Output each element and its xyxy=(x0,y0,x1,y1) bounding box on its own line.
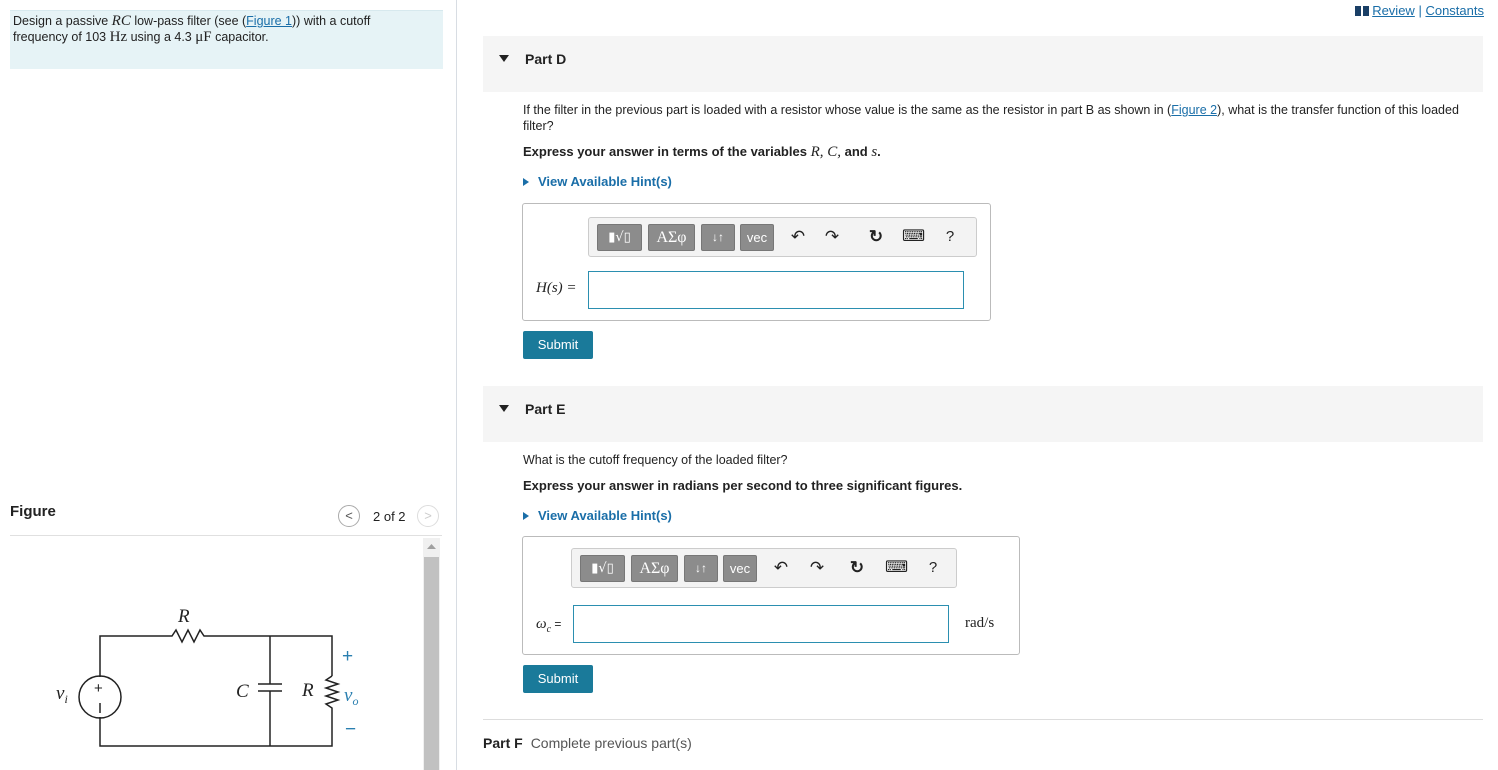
redo-icon[interactable]: ↷ xyxy=(807,558,827,578)
instruction-text: Express your answer in terms of the vari… xyxy=(523,144,811,159)
instruction-text: . xyxy=(877,144,881,159)
cutoff-frequency-input[interactable] xyxy=(573,605,949,643)
vector-button[interactable]: vec xyxy=(723,555,757,582)
figure-title: Figure xyxy=(10,503,56,520)
part-e-header[interactable]: Part E xyxy=(483,386,1483,442)
keyboard-icon[interactable]: ⌨ xyxy=(902,227,925,247)
hint-label: View Available Hint(s) xyxy=(538,174,672,189)
part-d-answer-box: ▮√▯ ΑΣφ ↓↑ vec ↶ ↷ ↻ ⌨ ? H(s) = xyxy=(522,203,991,321)
subscript-superscript-button[interactable]: ↓↑ xyxy=(701,224,735,251)
instruction-text: and xyxy=(840,144,872,159)
part-d-instructions: Express your answer in terms of the vari… xyxy=(523,144,881,161)
expand-arrow-icon xyxy=(523,512,529,520)
problem-text-part: low-pass filter (see ( xyxy=(130,14,247,28)
help-icon[interactable]: ? xyxy=(940,227,960,247)
figure-next-button[interactable]: > xyxy=(417,505,439,527)
resistor-label-top: R xyxy=(177,606,190,627)
subscript-superscript-button[interactable]: ↓↑ xyxy=(684,555,718,582)
problem-text-part: using a 4.3 xyxy=(127,30,196,44)
undo-icon[interactable]: ↶ xyxy=(788,227,808,247)
hint-label: View Available Hint(s) xyxy=(538,508,672,523)
redo-icon[interactable]: ↷ xyxy=(822,227,842,247)
greek-symbols-button[interactable]: ΑΣφ xyxy=(648,224,695,251)
part-e-submit-button[interactable]: Submit xyxy=(523,665,593,693)
scroll-up-icon[interactable] xyxy=(423,538,440,555)
undo-icon[interactable]: ↶ xyxy=(771,558,791,578)
part-d-hint-toggle[interactable]: View Available Hint(s) xyxy=(523,174,672,189)
part-d-label: Part D xyxy=(525,51,567,67)
figure-1-link[interactable]: Figure 1 xyxy=(246,14,292,28)
part-e-instructions: Express your answer in radians per secon… xyxy=(523,478,963,493)
capacitor-label: C xyxy=(236,681,249,702)
circuit-diagram: R C R + vi + vo − xyxy=(56,606,358,747)
figure-prev-button[interactable]: < xyxy=(338,505,360,527)
figure-count: 2 of 2 xyxy=(373,509,406,524)
cutoff-frequency-label: ωc = xyxy=(536,616,561,635)
vo-minus-label: − xyxy=(345,719,356,740)
figure-2-link[interactable]: Figure 2 xyxy=(1171,103,1217,117)
math-toolbar: ▮√▯ ΑΣφ ↓↑ vec ↶ ↷ ↻ ⌨ ? xyxy=(571,548,957,588)
link-separator: | xyxy=(1418,3,1422,18)
part-f-label: Part F xyxy=(483,735,523,751)
part-e-hint-toggle[interactable]: View Available Hint(s) xyxy=(523,508,672,523)
part-e-question: What is the cutoff frequency of the load… xyxy=(523,453,788,467)
transfer-function-label: H(s) = xyxy=(536,280,577,297)
part-f-row: Part F Complete previous part(s) xyxy=(483,735,692,751)
part-f-status: Complete previous part(s) xyxy=(530,735,692,751)
math-hz: Hz xyxy=(109,29,128,45)
templates-button[interactable]: ▮√▯ xyxy=(597,224,642,251)
transfer-function-input[interactable] xyxy=(588,271,964,309)
book-icon xyxy=(1355,4,1370,16)
math-uf: μF xyxy=(195,29,212,45)
part-e-label: Part E xyxy=(525,401,566,417)
part-d-submit-button[interactable]: Submit xyxy=(523,331,593,359)
eq-label-text: H(s) = xyxy=(536,280,577,296)
figure-divider xyxy=(10,535,442,536)
part-e-answer-box: ▮√▯ ΑΣφ ↓↑ vec ↶ ↷ ↻ ⌨ ? ωc = rad/s xyxy=(522,536,1020,655)
part-d-header[interactable]: Part D xyxy=(483,36,1483,92)
source-plus-label: + xyxy=(94,680,103,697)
pane-divider[interactable] xyxy=(456,0,457,770)
part-d-question: If the filter in the previous part is lo… xyxy=(523,102,1473,134)
math-toolbar: ▮√▯ ΑΣφ ↓↑ vec ↶ ↷ ↻ ⌨ ? xyxy=(588,217,977,257)
review-link[interactable]: Review xyxy=(1372,3,1415,18)
greek-symbols-button[interactable]: ΑΣφ xyxy=(631,555,678,582)
question-text: If the filter in the previous part is lo… xyxy=(523,103,1172,117)
reset-icon[interactable]: ↻ xyxy=(866,227,886,247)
vi-label: vi xyxy=(56,683,68,706)
reset-icon[interactable]: ↻ xyxy=(847,558,867,578)
math-vars: R, C, xyxy=(810,144,841,160)
scrollbar-thumb[interactable] xyxy=(424,557,439,770)
expand-arrow-icon xyxy=(523,178,529,186)
vo-plus-label: + xyxy=(342,646,353,667)
vector-button[interactable]: vec xyxy=(740,224,774,251)
top-links: Review | Constants xyxy=(1355,3,1484,18)
templates-button[interactable]: ▮√▯ xyxy=(580,555,625,582)
unit-label: rad/s xyxy=(965,615,995,631)
problem-statement: Design a passive RC low-pass filter (see… xyxy=(13,13,413,45)
problem-text-part: Design a passive xyxy=(13,14,112,28)
problem-text-part: capacitor. xyxy=(211,30,269,44)
part-f-divider xyxy=(483,719,1483,720)
omega-symbol: ω xyxy=(536,616,547,632)
resistor-label-right: R xyxy=(301,680,314,701)
collapse-triangle-icon[interactable] xyxy=(499,405,509,412)
collapse-triangle-icon[interactable] xyxy=(499,55,509,62)
equals-sign: = xyxy=(551,617,562,631)
constants-link[interactable]: Constants xyxy=(1425,3,1484,18)
math-rc: RC xyxy=(111,13,131,29)
vo-label: vo xyxy=(344,685,358,708)
keyboard-icon[interactable]: ⌨ xyxy=(885,558,908,578)
help-icon[interactable]: ? xyxy=(923,558,943,578)
